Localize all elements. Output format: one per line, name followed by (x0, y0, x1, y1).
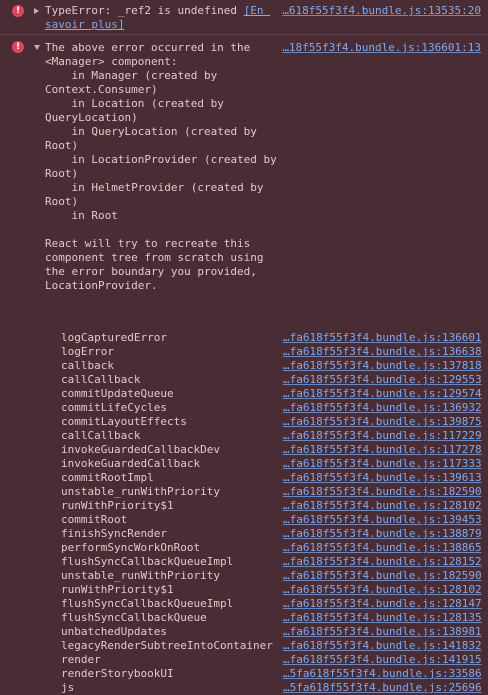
function-name: commitUpdateQueue (61, 387, 174, 400)
stack-frame: unstable_runWithPriority …fa618f55f3f4.bu… (61, 569, 482, 583)
frame-source-link[interactable]: …5fa618f55f3f4.bundle.js:33586 (283, 667, 482, 681)
function-name: renderStorybookUI (61, 667, 174, 680)
stack-frame: flushSyncCallbackQueue …fa618f55f3f4.bund… (61, 611, 482, 625)
frame-source-link[interactable]: …fa618f55f3f4.bundle.js:138865 (283, 541, 482, 555)
stack-frame: renderStorybookUI …5fa618f55f3f4.bundle.j… (61, 667, 482, 681)
console-panel: ! TypeError: _ref2 is undefined [En savo… (0, 0, 488, 694)
stack-frame: callCallback …fa618f55f3f4.bundle.js:1295… (61, 373, 482, 387)
frame-source-link[interactable]: …fa618f55f3f4.bundle.js:136601 (283, 331, 482, 345)
frame-source-link[interactable]: …fa618f55f3f4.bundle.js:139453 (283, 513, 482, 527)
frame-source-link[interactable]: …fa618f55f3f4.bundle.js:182590 (283, 569, 482, 583)
source-link[interactable]: …618f55f3f4.bundle.js:13535:20 (282, 4, 481, 18)
function-name: commitRoot (61, 513, 128, 526)
frame-source-link[interactable]: …fa618f55f3f4.bundle.js:117278 (283, 443, 482, 457)
function-name: invokeGuardedCallbackDev (61, 443, 220, 456)
frame-source-link[interactable]: …fa618f55f3f4.bundle.js:117333 (283, 457, 482, 471)
source-link[interactable]: …18f55f3f4.bundle.js:136601:13 (282, 41, 481, 55)
stack-frame: render …fa618f55f3f4.bundle.js:141915 (61, 653, 482, 667)
stack-frame: legacyRenderSubtreeIntoContainer …fa618f5… (61, 639, 482, 653)
frame-source-link[interactable]: …fa618f55f3f4.bundle.js:128152 (283, 555, 482, 569)
stack-frame: commitRootImpl …fa618f55f3f4.bundle.js:13… (61, 471, 482, 485)
stack-frame: commitLifeCycles …fa618f55f3f4.bundle.js:… (61, 401, 482, 415)
frame-source-link[interactable]: …fa618f55f3f4.bundle.js:136638 (283, 345, 482, 359)
stack-frame: performSyncWorkOnRoot …fa618f55f3f4.bundl… (61, 541, 482, 555)
function-name: flushSyncCallbackQueueImpl (61, 597, 234, 610)
function-name: performSyncWorkOnRoot (61, 541, 201, 554)
frame-source-link[interactable]: …fa618f55f3f4.bundle.js:137818 (283, 359, 482, 373)
frame-source-link[interactable]: …fa618f55f3f4.bundle.js:129574 (283, 387, 482, 401)
stack-trace: logCapturedError …fa618f55f3f4.bundle.js:… (61, 331, 482, 695)
frame-source-link[interactable]: …fa618f55f3f4.bundle.js:128102 (283, 499, 482, 513)
function-name: commitRootImpl (61, 471, 154, 484)
stack-frame: js …5fa618f55f3f4.bundle.js:25696 (61, 681, 482, 695)
error-message-text: TypeError: _ref2 is undefined (45, 4, 244, 17)
frame-source-link[interactable]: …fa618f55f3f4.bundle.js:138981 (283, 625, 482, 639)
stack-frame: commitUpdateQueue …fa618f55f3f4.bundle.js… (61, 387, 482, 401)
function-name: finishSyncRender (61, 527, 167, 540)
frame-source-link[interactable]: …fa618f55f3f4.bundle.js:128147 (283, 597, 482, 611)
function-name: callCallback (61, 429, 141, 442)
stack-frame: commitRoot …fa618f55f3f4.bundle.js:139453 (61, 513, 482, 527)
function-name: runWithPriority$1 (61, 499, 174, 512)
function-name: legacyRenderSubtreeIntoContainer (61, 639, 273, 652)
stack-frame: unstable_runWithPriority …fa618f55f3f4.bu… (61, 485, 482, 499)
function-name: runWithPriority$1 (61, 583, 174, 596)
stack-frame: finishSyncRender …fa618f55f3f4.bundle.js:… (61, 527, 482, 541)
expand-triangle-icon[interactable] (34, 8, 39, 14)
error-icon: ! (12, 5, 24, 17)
function-name: commitLayoutEffects (61, 415, 187, 428)
collapse-triangle-icon[interactable] (34, 45, 40, 50)
function-name: invokeGuardedCallback (61, 457, 201, 470)
stack-frame: unbatchedUpdates …fa618f55f3f4.bundle.js:… (61, 625, 482, 639)
stack-frame: flushSyncCallbackQueueImpl …fa618f55f3f4.… (61, 555, 482, 569)
frame-source-link[interactable]: …fa618f55f3f4.bundle.js:182590 (283, 485, 482, 499)
console-message-react-error[interactable]: ! The above error occurred in the <Manag… (0, 35, 488, 694)
function-name: logCapturedError (61, 331, 167, 344)
stack-frame: runWithPriority$1 …fa618f55f3f4.bundle.js… (61, 583, 482, 597)
frame-source-link[interactable]: …fa618f55f3f4.bundle.js:136932 (283, 401, 482, 415)
frame-source-link[interactable]: …fa618f55f3f4.bundle.js:141915 (283, 653, 482, 667)
frame-source-link[interactable]: …fa618f55f3f4.bundle.js:139613 (283, 471, 482, 485)
frame-source-link[interactable]: …fa618f55f3f4.bundle.js:141832 (283, 639, 482, 653)
stack-frame: invokeGuardedCallbackDev …fa618f55f3f4.bu… (61, 443, 482, 457)
frame-source-link[interactable]: …fa618f55f3f4.bundle.js:128135 (283, 611, 482, 625)
function-name: unbatchedUpdates (61, 625, 167, 638)
function-name: commitLifeCycles (61, 401, 167, 414)
frame-source-link[interactable]: …fa618f55f3f4.bundle.js:128102 (283, 583, 482, 597)
function-name: js (61, 681, 75, 694)
stack-frame: callback …fa618f55f3f4.bundle.js:137818 (61, 359, 482, 373)
console-message-type-error[interactable]: ! TypeError: _ref2 is undefined [En savo… (0, 0, 488, 35)
error-message: The above error occurred in the <Manager… (45, 41, 277, 292)
error-icon: ! (12, 41, 24, 53)
function-name: unstable_runWithPriority (61, 485, 220, 498)
frame-source-link[interactable]: …fa618f55f3f4.bundle.js:129553 (283, 373, 482, 387)
function-name: render (61, 653, 101, 666)
stack-frame: logError …fa618f55f3f4.bundle.js:136638 (61, 345, 482, 359)
stack-frame: callCallback …fa618f55f3f4.bundle.js:1172… (61, 429, 482, 443)
stack-frame: commitLayoutEffects …fa618f55f3f4.bundle.… (61, 415, 482, 429)
stack-frame: logCapturedError …fa618f55f3f4.bundle.js:… (61, 331, 482, 345)
error-message: TypeError: _ref2 is undefined [En savoir… (45, 4, 278, 32)
function-name: flushSyncCallbackQueueImpl (61, 555, 234, 568)
frame-source-link[interactable]: …fa618f55f3f4.bundle.js:117229 (283, 429, 482, 443)
stack-frame: runWithPriority$1 …fa618f55f3f4.bundle.js… (61, 499, 482, 513)
function-name: unstable_runWithPriority (61, 569, 220, 582)
frame-source-link[interactable]: …fa618f55f3f4.bundle.js:138879 (283, 527, 482, 541)
function-name: callback (61, 359, 114, 372)
function-name: flushSyncCallbackQueue (61, 611, 207, 624)
frame-source-link[interactable]: …5fa618f55f3f4.bundle.js:25696 (283, 681, 482, 695)
stack-frame: invokeGuardedCallback …fa618f55f3f4.bundl… (61, 457, 482, 471)
function-name: callCallback (61, 373, 141, 386)
function-name: logError (61, 345, 114, 358)
stack-frame: flushSyncCallbackQueueImpl …fa618f55f3f4.… (61, 597, 482, 611)
frame-source-link[interactable]: …fa618f55f3f4.bundle.js:139875 (283, 415, 482, 429)
